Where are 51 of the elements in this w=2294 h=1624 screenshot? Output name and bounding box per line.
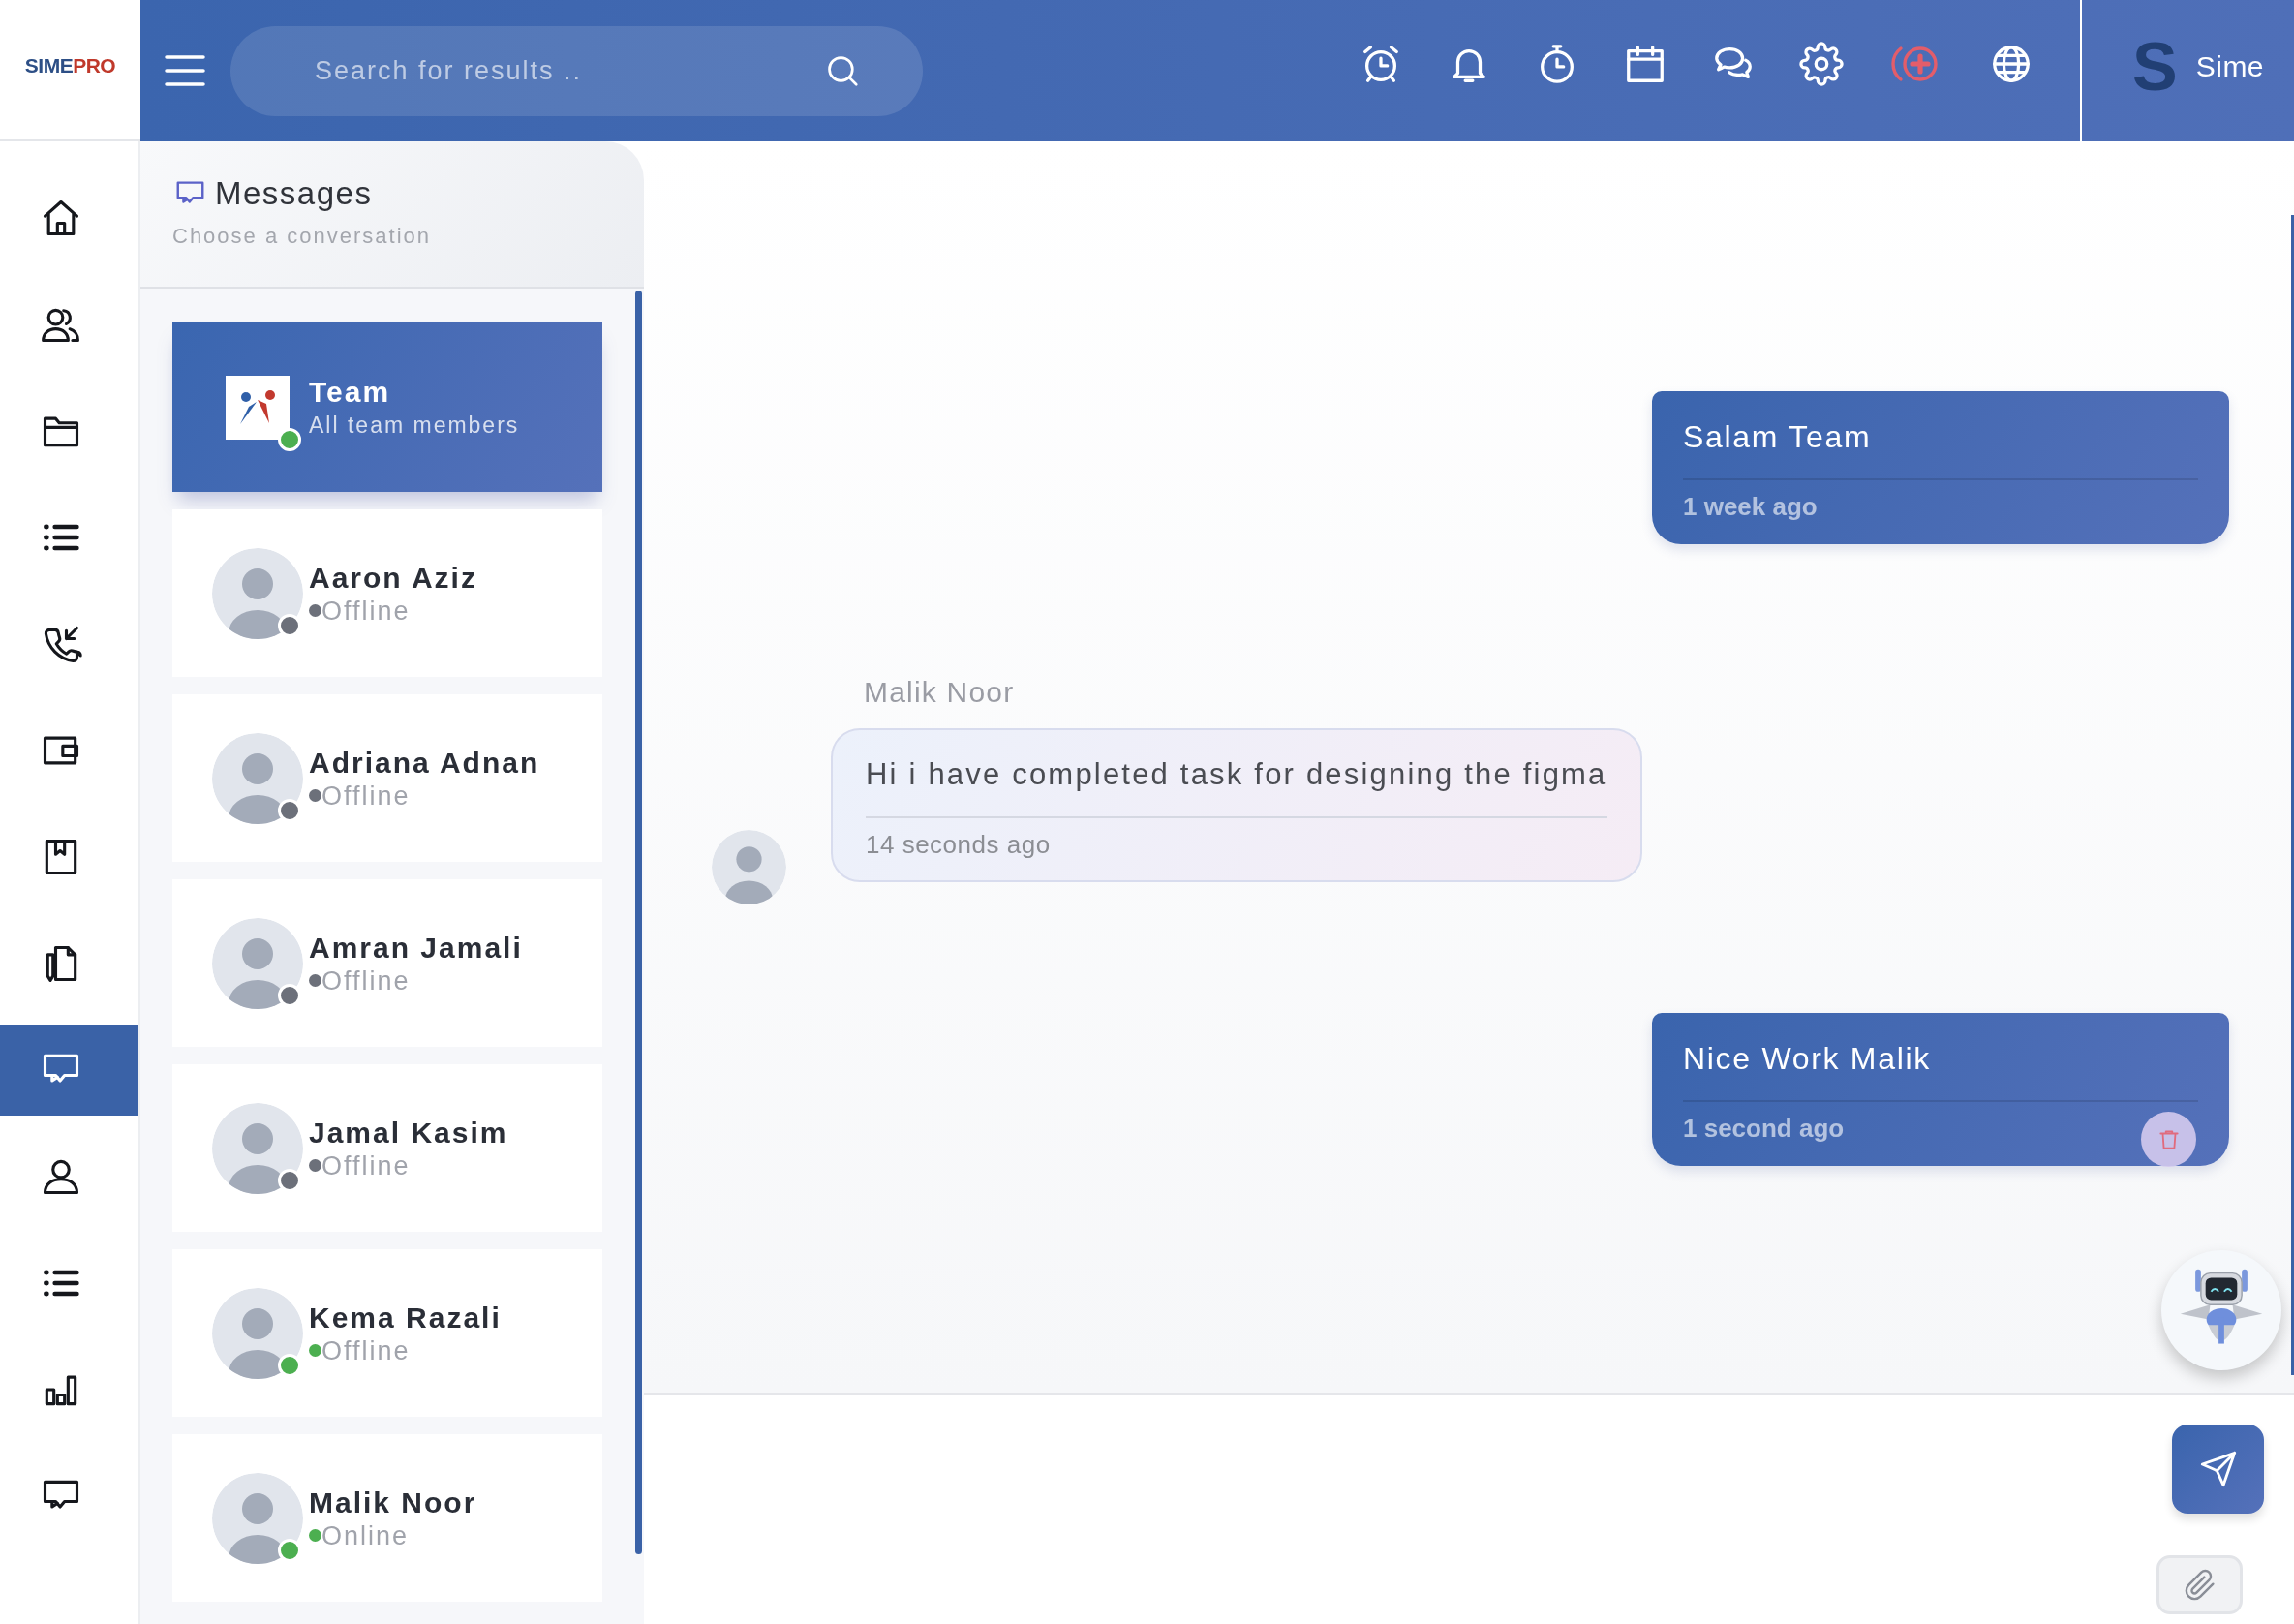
message-text: Salam Team [1683,418,1872,456]
conversation-item[interactable]: Jamal Kasim Offline [172,1064,602,1232]
conversation-item[interactable]: Malik Noor Online [172,1434,602,1602]
contact-status: Offline [321,965,411,996]
contact-status: Online [321,1519,410,1551]
contact-name: Aaron Aziz [309,560,477,596]
send-button[interactable] [2172,1425,2264,1514]
nav-item[interactable] [0,1025,138,1116]
avatar-icon [212,1102,303,1194]
message-text: Nice Work Malik [1683,1040,1932,1078]
brand-logo: SIMEPRO [24,54,116,77]
conversation-item[interactable]: Adriana Adnan Offline [172,694,602,862]
conversation-item[interactable]: Aaron Aziz Offline [172,509,602,677]
panel-title: Messages [215,174,373,213]
panel-subtitle: Choose a conversation [172,223,432,250]
contact-status: Offline [321,1334,411,1366]
avatar-icon [712,830,786,904]
message-time: 14 seconds ago [866,829,1051,860]
delete-button[interactable] [2141,1112,2196,1167]
avatar-icon [212,917,303,1009]
contact-name: Kema Razali [309,1300,502,1335]
contact-name: Team [309,374,391,410]
scrollbar-thumb[interactable] [635,291,642,1554]
chatbot-button[interactable] [2161,1250,2281,1370]
sender-name: Malik Noor [864,675,1015,710]
menu-icon[interactable] [165,54,205,87]
team-logo-icon [226,375,290,440]
contact-name: Adriana Adnan [309,745,540,781]
conversation-item[interactable]: Team All team members [172,322,602,492]
attach-button[interactable] [2156,1555,2243,1614]
avatar-icon [212,547,303,639]
avatar-icon [212,1472,303,1564]
message-time: 1 week ago [1683,491,1818,522]
contact-name: Amran Jamali [309,930,523,965]
contact-name: Jamal Kasim [309,1115,508,1150]
avatar-icon [212,1287,303,1379]
conversation-item[interactable]: Amran Jamali Offline [172,879,602,1047]
contact-status: Offline [321,595,411,627]
contact-status: All team members [309,411,520,440]
settings-icon[interactable] [1799,42,1844,86]
contact-name: Malik Noor [309,1485,477,1520]
contact-status: Offline [321,1149,411,1181]
paperclip-icon [2183,1568,2217,1602]
conversation-item[interactable]: Kema Razali Offline [172,1249,602,1417]
message-time: 1 second ago [1683,1113,1845,1144]
contact-status: Offline [321,780,411,812]
user-name[interactable]: Sime [2195,50,2265,83]
message-text: Hi i have completed task for designing the figma [866,756,1607,793]
avatar-icon [212,732,303,824]
scrollbar-thumb[interactable] [2291,215,2294,1375]
send-icon [2198,1450,2238,1488]
